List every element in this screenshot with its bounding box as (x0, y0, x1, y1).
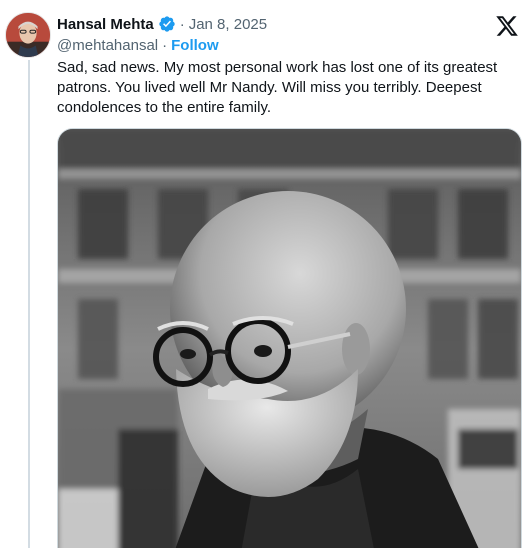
header-separator: · (179, 15, 185, 33)
avatar-image (6, 13, 50, 57)
follow-button[interactable]: Follow (171, 37, 219, 54)
author-avatar[interactable] (5, 12, 51, 58)
x-logo-icon[interactable] (495, 14, 519, 38)
thread-line (28, 60, 30, 548)
author-name[interactable]: Hansal Mehta (57, 16, 154, 33)
tweet-card: Hansal Mehta · Jan 8, 2025 @mehtahansal … (0, 0, 525, 548)
tweet-text: Sad, sad news. My most personal work has… (57, 59, 498, 116)
tweet-photo[interactable] (57, 128, 522, 548)
tweet-date[interactable]: Jan 8, 2025 (189, 16, 267, 33)
photo-image (58, 129, 521, 548)
tweet-subheader: @mehtahansal · Follow (57, 37, 219, 54)
verified-badge-icon (158, 15, 176, 33)
author-handle[interactable]: @mehtahansal (57, 37, 158, 54)
tweet-header: Hansal Mehta · Jan 8, 2025 (57, 14, 267, 34)
handle-separator: · (162, 37, 168, 54)
